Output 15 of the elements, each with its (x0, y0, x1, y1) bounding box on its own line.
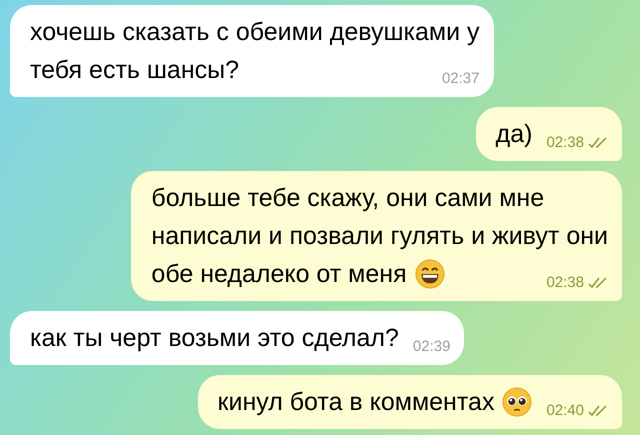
message-time: 02:40 (546, 401, 584, 421)
message-text: обе недалеко от меня (151, 259, 407, 290)
pleading-face-icon (502, 387, 532, 417)
message-time: 02:38 (546, 273, 584, 293)
message-time: 02:38 (546, 133, 584, 153)
grinning-face-icon (414, 259, 445, 289)
message-text: да) (496, 119, 532, 150)
message-text: написали и позвали гулять и живут они (151, 221, 608, 252)
message-text: тебя есть шансы? (30, 55, 240, 86)
message-text: больше тебе скажу, они сами мне (151, 183, 544, 214)
message-text: как ты черт возьми это сделал? (30, 323, 399, 354)
message-time: 02:39 (412, 337, 450, 357)
message-text: кинул бота в комментах (218, 387, 494, 418)
message-time: 02:37 (442, 69, 480, 89)
message-text: хочешь сказать с обеими девушками у (30, 17, 480, 48)
